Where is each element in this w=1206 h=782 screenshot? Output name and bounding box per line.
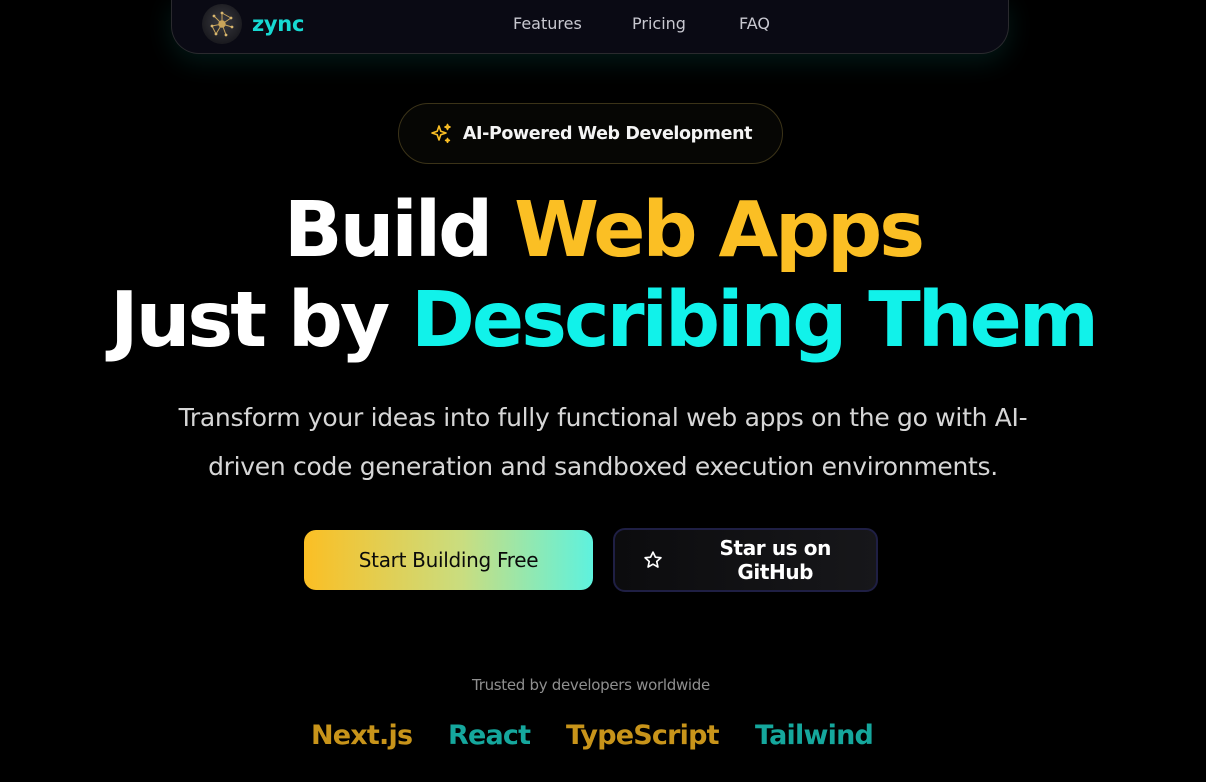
brand-name: zync xyxy=(252,12,305,36)
tech-typescript: TypeScript xyxy=(566,720,720,751)
nav-link-features[interactable]: Features xyxy=(513,14,632,33)
nav-link-faq[interactable]: FAQ xyxy=(739,14,770,33)
trusted-label: Trusted by developers worldwide xyxy=(472,676,710,694)
navbar: zync Features Pricing FAQ xyxy=(171,0,1009,54)
headline-describing-them: Describing Them xyxy=(411,276,1099,365)
headline-line-1: Build Web Apps xyxy=(0,186,1206,276)
tech-tailwind: Tailwind xyxy=(755,720,874,751)
headline-web-apps: Web Apps xyxy=(514,186,925,275)
nav-links: Features Pricing FAQ xyxy=(513,14,770,33)
tech-nextjs: Next.js xyxy=(311,720,413,751)
star-icon xyxy=(641,548,664,572)
headline-line-2: Just by Describing Them xyxy=(0,276,1206,366)
tech-react: React xyxy=(448,720,531,751)
headline-just-by: Just by xyxy=(109,276,411,365)
star-github-button[interactable]: Star us on GitHub xyxy=(613,528,878,592)
zync-logo-icon xyxy=(202,4,242,44)
landing-page: zync Features Pricing FAQ AI-Powered Web… xyxy=(0,0,1206,782)
nav-link-pricing[interactable]: Pricing xyxy=(632,14,739,33)
subtitle-line-1: Transform your ideas into fully function… xyxy=(178,403,1028,432)
start-building-button[interactable]: Start Building Free xyxy=(304,530,593,590)
sparkles-icon xyxy=(429,122,453,146)
hero-headline: Build Web Apps Just by Describing Them xyxy=(0,186,1206,366)
brand[interactable]: zync xyxy=(202,4,304,44)
hero-subtitle: Transform your ideas into fully function… xyxy=(100,393,1106,491)
start-building-label: Start Building Free xyxy=(358,548,539,572)
headline-build: Build xyxy=(283,186,515,275)
subtitle-line-2: driven code generation and sandboxed exe… xyxy=(208,452,998,481)
ai-powered-badge: AI-Powered Web Development xyxy=(398,103,783,164)
star-github-label: Star us on GitHub xyxy=(719,536,832,584)
badge-text: AI-Powered Web Development xyxy=(462,123,753,144)
